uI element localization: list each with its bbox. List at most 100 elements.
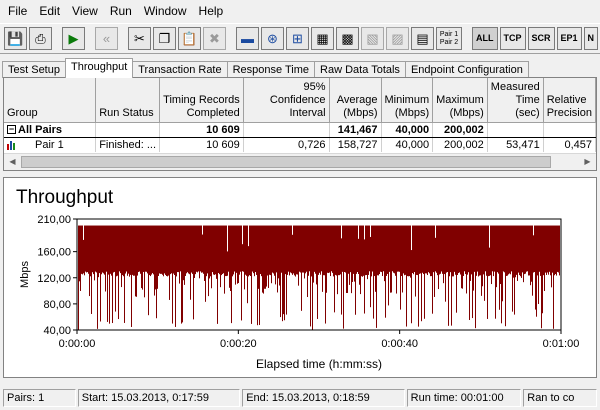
- all-button[interactable]: ALL: [472, 27, 498, 50]
- throughput-gap: [432, 313, 433, 330]
- mesh-dim-icon[interactable]: ▨: [386, 27, 409, 50]
- tab-transaction-rate[interactable]: Transaction Rate: [132, 61, 228, 78]
- ep1-button[interactable]: EP1: [556, 27, 582, 50]
- cut-icon[interactable]: ✂: [128, 27, 151, 50]
- tcp-button[interactable]: TCP: [499, 27, 526, 50]
- menu-file[interactable]: File: [2, 0, 33, 22]
- throughput-dip: [358, 225, 359, 239]
- throughput-gap: [128, 273, 129, 330]
- throughput-gap: [389, 271, 390, 330]
- grid-icon[interactable]: ▦: [311, 27, 334, 50]
- throughput-gap: [506, 275, 507, 330]
- menu-window[interactable]: Window: [138, 0, 193, 22]
- multicast-icon[interactable]: ⊛: [261, 27, 284, 50]
- mesh-icon[interactable]: ▧: [361, 27, 384, 50]
- scr-button[interactable]: SCR: [527, 27, 555, 50]
- throughput-gap: [309, 271, 310, 330]
- tab-test-setup[interactable]: Test Setup: [2, 61, 66, 78]
- network-icon[interactable]: ⊞: [286, 27, 309, 50]
- save-icon[interactable]: 💾: [4, 27, 27, 50]
- tab-endpoint-configuration[interactable]: Endpoint Configuration: [404, 61, 529, 78]
- scroll-left-icon[interactable]: ◀: [4, 154, 21, 170]
- menu-run[interactable]: Run: [104, 0, 138, 22]
- throughput-gap: [99, 273, 100, 330]
- throughput-gap: [222, 273, 223, 330]
- all-pairs-group-cell: − All Pairs: [4, 121, 97, 138]
- throughput-spike: [235, 271, 236, 285]
- mesh-alt-icon[interactable]: ▤: [411, 27, 434, 50]
- horizontal-scrollbar[interactable]: ◀ ▶: [4, 153, 596, 170]
- throughput-gap: [439, 274, 440, 330]
- collapse-icon[interactable]: −: [7, 125, 16, 135]
- throughput-spike: [517, 271, 518, 281]
- throughput-gap: [140, 273, 141, 330]
- throughput-gap: [457, 275, 458, 330]
- run-icon[interactable]: ▶: [62, 27, 85, 50]
- throughput-gap: [434, 296, 435, 330]
- x-tick-label: 0:00:20: [220, 338, 257, 350]
- throughput-gap: [467, 274, 468, 330]
- n-button[interactable]: N: [583, 27, 599, 50]
- tab-throughput[interactable]: Throughput: [64, 58, 134, 78]
- throughput-gap: [454, 271, 455, 330]
- grid-bold-icon[interactable]: ▩: [336, 27, 359, 50]
- throughput-spike: [175, 271, 176, 327]
- throughput-series: [78, 225, 560, 330]
- header-timing-records[interactable]: Timing Records Completed: [159, 78, 244, 123]
- print-icon[interactable]: ⎙: [29, 27, 52, 50]
- throughput-gap: [462, 288, 463, 330]
- throughput-gap: [531, 281, 532, 330]
- table-row[interactable]: Pair 1 Finished: ... 10 609 0,726 158,72…: [4, 137, 596, 152]
- scroll-thumb[interactable]: [21, 156, 551, 168]
- menu-view[interactable]: View: [66, 0, 104, 22]
- throughput-spike: [469, 271, 470, 320]
- throughput-gap: [187, 272, 188, 330]
- delete-icon[interactable]: ✖: [203, 27, 226, 50]
- throughput-gap: [286, 314, 287, 330]
- back-icon[interactable]: «: [95, 27, 118, 50]
- throughput-gap: [154, 295, 155, 330]
- header-run-status[interactable]: Run Status: [95, 78, 161, 123]
- throughput-spike: [388, 271, 389, 306]
- header-confidence-interval[interactable]: 95% Confidence Interval: [243, 78, 330, 123]
- tab-raw-data-totals[interactable]: Raw Data Totals: [314, 61, 406, 78]
- pair-toggle-button[interactable]: Pair 1 Pair 2: [436, 27, 462, 50]
- throughput-gap: [336, 275, 337, 330]
- throughput-gap: [398, 271, 399, 330]
- header-minimum[interactable]: Minimum (Mbps): [381, 78, 434, 123]
- pair-icon[interactable]: ▬: [236, 27, 259, 50]
- throughput-gap: [275, 284, 276, 330]
- throughput-spike: [169, 271, 170, 300]
- copy-icon[interactable]: ❐: [153, 27, 176, 50]
- throughput-spike: [334, 271, 335, 313]
- throughput-gap: [171, 273, 172, 330]
- throughput-dip: [242, 225, 243, 245]
- pair-maximum: 200,002: [432, 137, 488, 152]
- status-end: End: 15.03.2013, 0:18:59: [242, 388, 405, 407]
- paste-icon[interactable]: 📋: [178, 27, 201, 50]
- throughput-gap: [264, 288, 265, 330]
- header-measured-time[interactable]: Measured Time (sec): [487, 78, 544, 123]
- throughput-gap: [267, 275, 268, 330]
- menu-help[interactable]: Help: [193, 0, 230, 22]
- throughput-gap: [444, 274, 445, 330]
- throughput-gap: [146, 271, 147, 330]
- tab-response-time[interactable]: Response Time: [226, 61, 316, 78]
- throughput-gap: [301, 310, 302, 330]
- scroll-right-icon[interactable]: ▶: [579, 154, 596, 170]
- throughput-gap: [558, 272, 559, 330]
- table-row-all-pairs[interactable]: − All Pairs 10 609 141,467 40,000 200,002: [4, 121, 596, 138]
- throughput-gap: [92, 272, 93, 330]
- header-average[interactable]: Average (Mbps): [329, 78, 382, 123]
- menu-edit[interactable]: Edit: [33, 0, 66, 22]
- throughput-gap: [259, 324, 260, 330]
- header-relative-precision[interactable]: Relative Precision: [543, 78, 596, 123]
- throughput-gap: [257, 325, 258, 330]
- throughput-gap: [162, 274, 163, 330]
- throughput-gap: [353, 273, 354, 330]
- header-maximum[interactable]: Maximum (Mbps): [432, 78, 488, 123]
- throughput-gap: [204, 280, 205, 330]
- throughput-spike: [208, 271, 209, 297]
- throughput-spike: [115, 271, 116, 312]
- header-group[interactable]: Group: [4, 78, 97, 123]
